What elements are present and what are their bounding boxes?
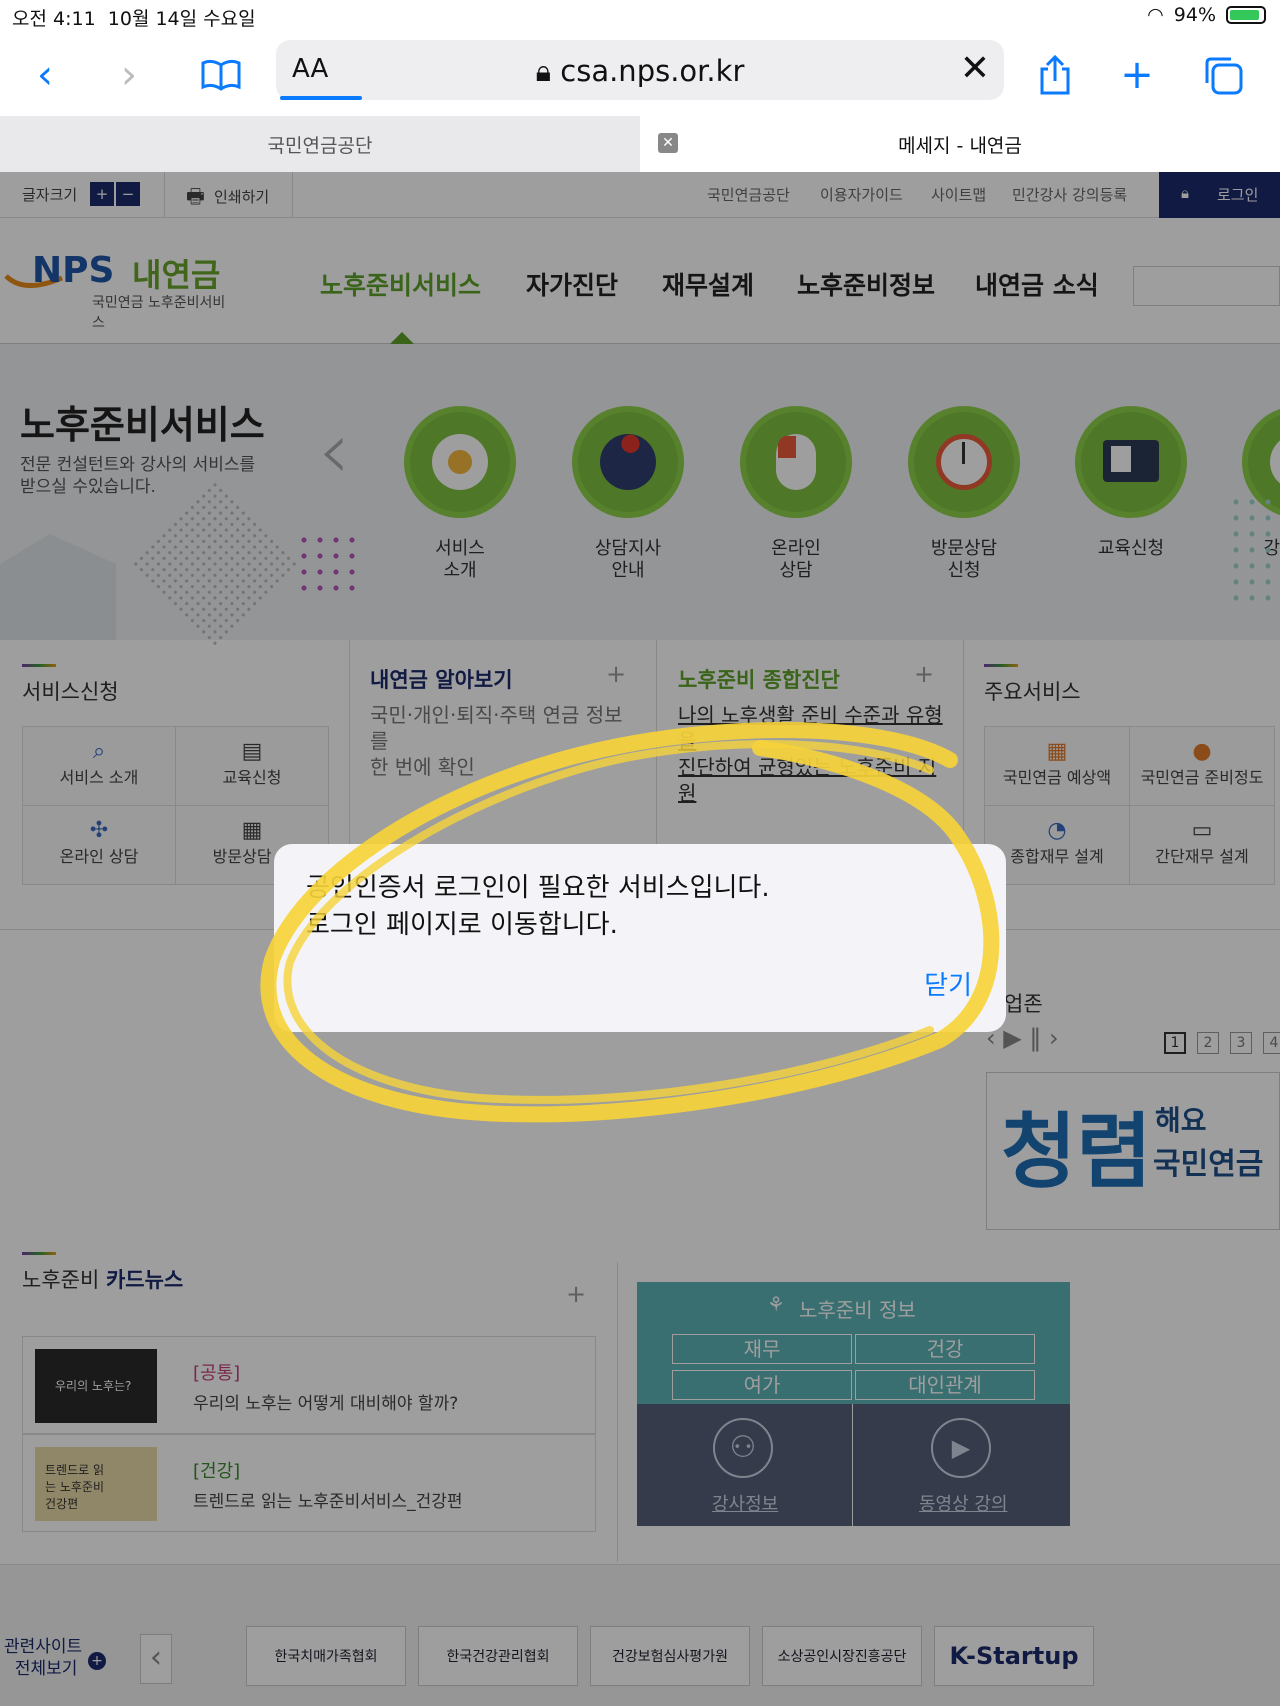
dialog-message-1: 공인인증서 로그인이 필요한 서비스입니다. — [306, 873, 770, 903]
status-time: 오전 4:11 — [12, 8, 96, 30]
new-tab-icon[interactable]: + — [1112, 50, 1162, 100]
tab-nps[interactable]: 국민연금공단 — [0, 116, 640, 172]
stop-loading-icon[interactable]: ✕ — [960, 48, 990, 89]
alert-dialog: 공인인증서 로그인이 필요한 서비스입니다. 로그인 페이지로 이동합니다. 닫기 — [274, 844, 1006, 1032]
dialog-message-2: 로그인 페이지로 이동합니다. — [306, 910, 618, 940]
status-date: 10월 14일 수요일 — [107, 8, 256, 30]
url-text: csa.nps.or.kr — [560, 54, 745, 88]
address-bar[interactable]: AA 🔒︎ csa.nps.or.kr ✕ — [276, 40, 1004, 100]
bookmarks-icon[interactable] — [196, 50, 246, 100]
battery-percent: 94% — [1173, 4, 1216, 26]
tabs-icon[interactable] — [1198, 50, 1248, 100]
share-icon[interactable] — [1030, 50, 1080, 100]
dialog-close-button[interactable]: 닫기 — [924, 965, 972, 1002]
tab-bar: 국민연금공단 ✕ 메세지 - 내연금 — [0, 116, 1280, 172]
lock-icon: 🔒︎ — [535, 54, 552, 88]
back-icon[interactable]: ‹ — [20, 50, 70, 100]
browser-toolbar: ‹ › AA 🔒︎ csa.nps.or.kr ✕ + — [0, 32, 1280, 116]
wifi-icon: ◠ — [1147, 4, 1164, 26]
tab-message[interactable]: ✕ 메세지 - 내연금 — [640, 116, 1280, 172]
battery-icon — [1226, 6, 1266, 24]
tab-label: 국민연금공단 — [267, 134, 373, 157]
close-tab-icon[interactable]: ✕ — [658, 133, 678, 153]
loading-progress — [280, 96, 362, 100]
status-bar: 오전 4:11 10월 14일 수요일 ◠ 94% — [0, 0, 1280, 32]
tab-label: 메세지 - 내연금 — [898, 134, 1022, 157]
forward-icon[interactable]: › — [104, 50, 154, 100]
